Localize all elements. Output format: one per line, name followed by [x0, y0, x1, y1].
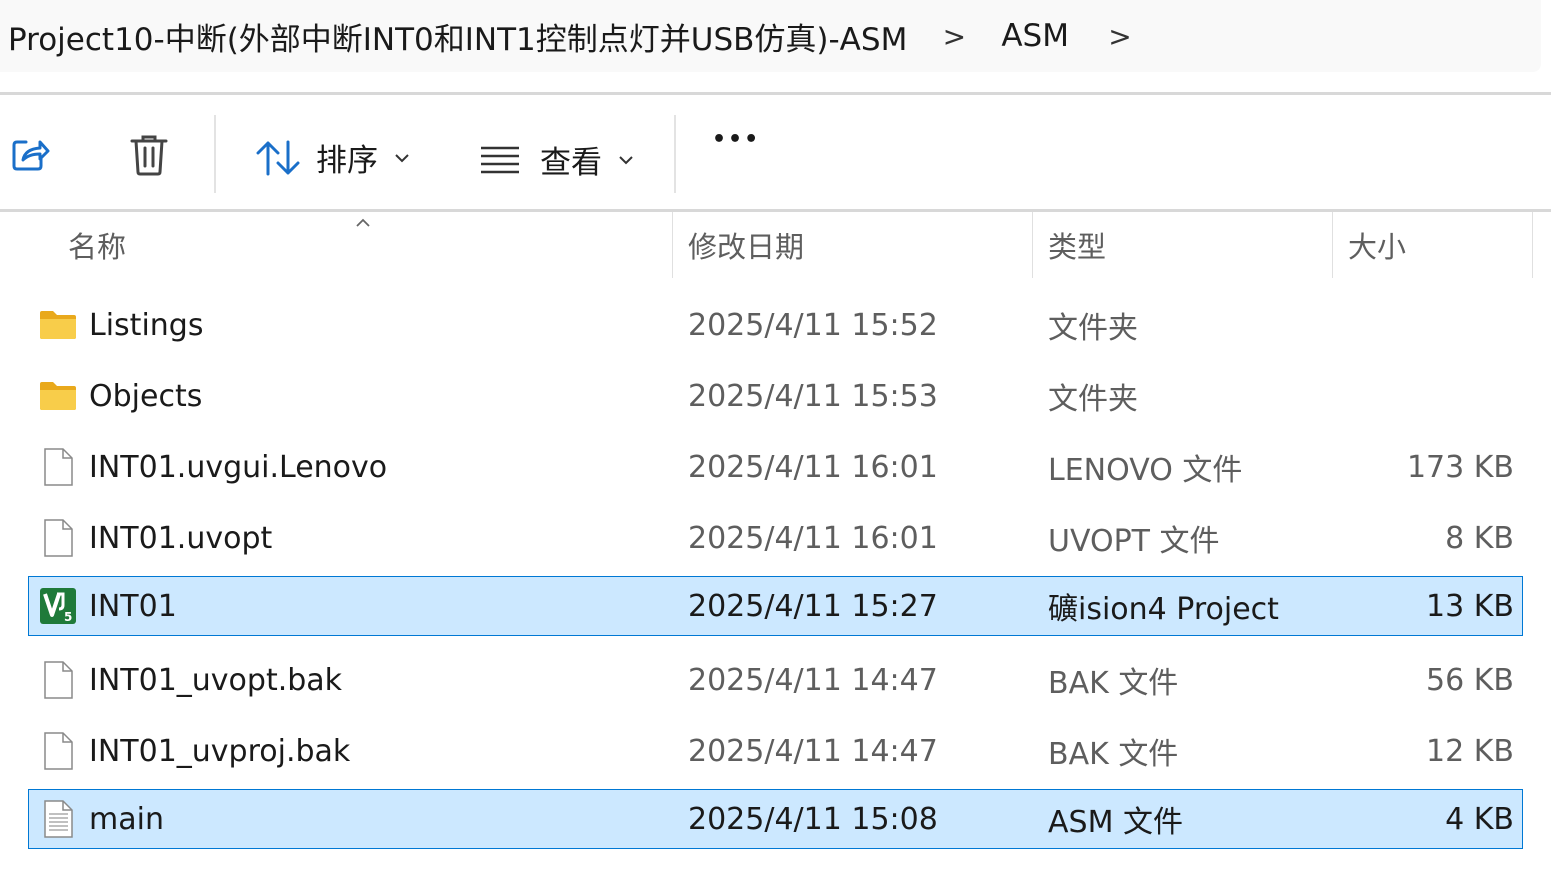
file-size: 13 KB — [1426, 588, 1514, 624]
file-type: BAK 文件 — [1048, 666, 1179, 701]
column-divider[interactable] — [1332, 212, 1333, 278]
file-icon — [44, 519, 73, 557]
file-size: 173 KB — [1406, 449, 1514, 485]
list-item[interactable]: main 2025/4/11 15:08 ASM 文件 4 KB — [28, 789, 1523, 849]
file-date: 2025/4/11 14:47 — [688, 733, 938, 769]
file-name: INT01_uvopt.bak — [89, 662, 343, 698]
trash-icon — [130, 135, 168, 176]
file-date: 2025/4/11 15:08 — [688, 801, 938, 837]
file-date: 2025/4/11 15:52 — [688, 307, 938, 343]
breadcrumb-folder[interactable]: Project10-中断(外部中断INT0和INT1控制点灯并USB仿真)-AS… — [0, 14, 907, 59]
file-type: BAK 文件 — [1048, 737, 1179, 772]
file-size: 56 KB — [1426, 662, 1514, 698]
file-name: Listings — [89, 307, 204, 343]
file-name: INT01.uvgui.Lenovo — [89, 449, 388, 485]
file-size: 4 KB — [1445, 801, 1514, 837]
list-item[interactable]: INT01_uvopt.bak 2025/4/11 14:47 BAK 文件 5… — [28, 650, 1523, 710]
toolbar-divider — [674, 115, 676, 193]
file-date: 2025/4/11 14:47 — [688, 662, 938, 698]
column-header-type[interactable]: 类型 — [1048, 212, 1106, 278]
sort-button[interactable]: 排序 — [256, 135, 410, 180]
svg-text:5: 5 — [64, 610, 72, 624]
chevron-down-icon — [395, 153, 409, 162]
file-name: Objects — [89, 378, 203, 414]
sort-ascending-icon — [356, 218, 370, 227]
file-size: 12 KB — [1426, 733, 1514, 769]
file-name: INT01.uvopt — [89, 520, 273, 556]
more-dots-icon: ••• — [712, 127, 761, 152]
file-icon — [44, 448, 73, 486]
file-date: 2025/4/11 15:53 — [688, 378, 938, 414]
address-bar[interactable]: Project10-中断(外部中断INT0和INT1控制点灯并USB仿真)-AS… — [0, 0, 1541, 72]
uvision-project-icon: 5 — [40, 588, 76, 624]
folder-icon — [40, 382, 76, 410]
folder-icon — [40, 311, 76, 339]
column-divider[interactable] — [1032, 212, 1033, 278]
file-date: 2025/4/11 15:27 — [688, 588, 938, 624]
sort-arrows-icon — [256, 140, 300, 175]
sort-label: 排序 — [316, 143, 378, 179]
file-date: 2025/4/11 16:01 — [688, 520, 938, 556]
list-item[interactable]: 5 INT01 2025/4/11 15:27 礦ision4 Project … — [28, 576, 1523, 636]
file-type: ASM 文件 — [1048, 805, 1183, 840]
file-type: 文件夹 — [1048, 382, 1138, 417]
column-divider[interactable] — [672, 212, 673, 278]
list-item[interactable]: Listings 2025/4/11 15:52 文件夹 — [28, 295, 1523, 355]
list-item[interactable]: INT01.uvgui.Lenovo 2025/4/11 16:01 LENOV… — [28, 437, 1523, 497]
column-header-size[interactable]: 大小 — [1348, 212, 1406, 278]
view-button[interactable]: 查看 — [480, 137, 634, 182]
list-item[interactable]: INT01_uvproj.bak 2025/4/11 14:47 BAK 文件 … — [28, 721, 1523, 781]
file-name: INT01 — [89, 588, 177, 624]
share-button[interactable] — [10, 133, 50, 173]
list-view-icon — [481, 146, 519, 173]
delete-button[interactable] — [130, 134, 168, 176]
file-type: 文件夹 — [1048, 311, 1138, 346]
file-type: 礦ision4 Project — [1048, 592, 1279, 627]
file-icon — [44, 732, 73, 770]
text-file-icon — [44, 800, 73, 838]
list-item[interactable]: INT01.uvopt 2025/4/11 16:01 UVOPT 文件 8 K… — [28, 508, 1523, 568]
file-name: INT01_uvproj.bak — [89, 733, 351, 769]
breadcrumb-chevron-icon[interactable]: > — [941, 20, 967, 53]
column-header-date[interactable]: 修改日期 — [688, 212, 804, 278]
file-size: 8 KB — [1445, 520, 1514, 556]
file-icon — [44, 661, 73, 699]
view-label: 查看 — [540, 145, 602, 181]
column-header-name[interactable]: 名称 — [68, 212, 126, 278]
toolbar-divider — [214, 115, 216, 193]
command-toolbar: 排序 查看 ••• — [0, 95, 1551, 209]
file-type: LENOVO 文件 — [1048, 453, 1243, 488]
more-options-button[interactable]: ••• — [712, 127, 760, 152]
share-icon — [12, 140, 50, 171]
list-item[interactable]: Objects 2025/4/11 15:53 文件夹 — [28, 366, 1523, 426]
file-date: 2025/4/11 16:01 — [688, 449, 938, 485]
breadcrumb-subfolder[interactable]: ASM — [1001, 18, 1069, 54]
breadcrumb-chevron-icon[interactable]: > — [1107, 20, 1133, 53]
column-divider[interactable] — [1532, 212, 1533, 278]
file-name: main — [89, 801, 164, 837]
file-type: UVOPT 文件 — [1048, 524, 1220, 559]
column-headers: 名称 修改日期 类型 大小 — [0, 212, 1551, 278]
chevron-down-icon — [619, 155, 633, 164]
